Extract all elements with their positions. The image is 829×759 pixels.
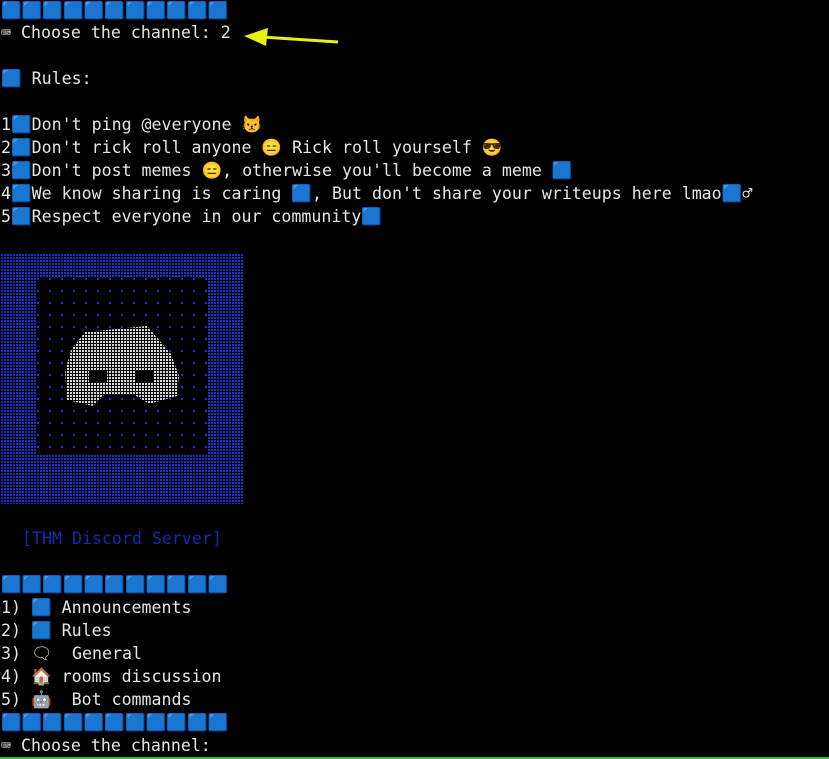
rules-heading: 🟦 Rules:: [1, 69, 92, 88]
server-label: [THM Discord Server]: [22, 529, 222, 548]
annotation-arrow-icon: [244, 28, 339, 46]
terminal-window[interactable]: 🟦🟦🟦🟦🟦🟦🟦🟦🟦🟦🟦 ⌨ Choose the channel: 2 🟦 Ru…: [0, 0, 829, 759]
rule-item: 4🟦We know sharing is caring 🟦, But don't…: [1, 184, 753, 203]
menu-item-rooms-discussion: 4) 🏠 rooms discussion: [1, 667, 222, 686]
channel-prompt-answered: ⌨ Choose the channel: 2: [1, 23, 231, 42]
menu-border-top: 🟦🟦🟦🟦🟦🟦🟦🟦🟦🟦🟦: [1, 575, 229, 594]
rule-item: 5🟦Respect everyone in our community🟦: [1, 207, 382, 226]
menu-item-bot-commands: 5) 🤖 Bot commands: [1, 690, 192, 709]
menu-border-bottom: 🟦🟦🟦🟦🟦🟦🟦🟦🟦🟦🟦: [1, 713, 229, 732]
rule-item: 3🟦Don't post memes 😑, otherwise you'll b…: [1, 161, 573, 180]
top-border: 🟦🟦🟦🟦🟦🟦🟦🟦🟦🟦🟦: [1, 1, 229, 20]
discord-logo-ascii-art: [1, 254, 243, 504]
menu-item-general: 3) 🗨 General: [1, 644, 142, 663]
menu-item-announcements: 1) 🟦 Announcements: [1, 598, 192, 617]
channel-prompt-input[interactable]: ⌨ Choose the channel:: [1, 735, 211, 757]
rule-item: 1🟦Don't ping @everyone 😾: [1, 115, 263, 134]
menu-item-rules: 2) 🟦 Rules: [1, 621, 112, 640]
rule-item: 2🟦Don't rick roll anyone 😑 Rick roll you…: [1, 138, 503, 157]
